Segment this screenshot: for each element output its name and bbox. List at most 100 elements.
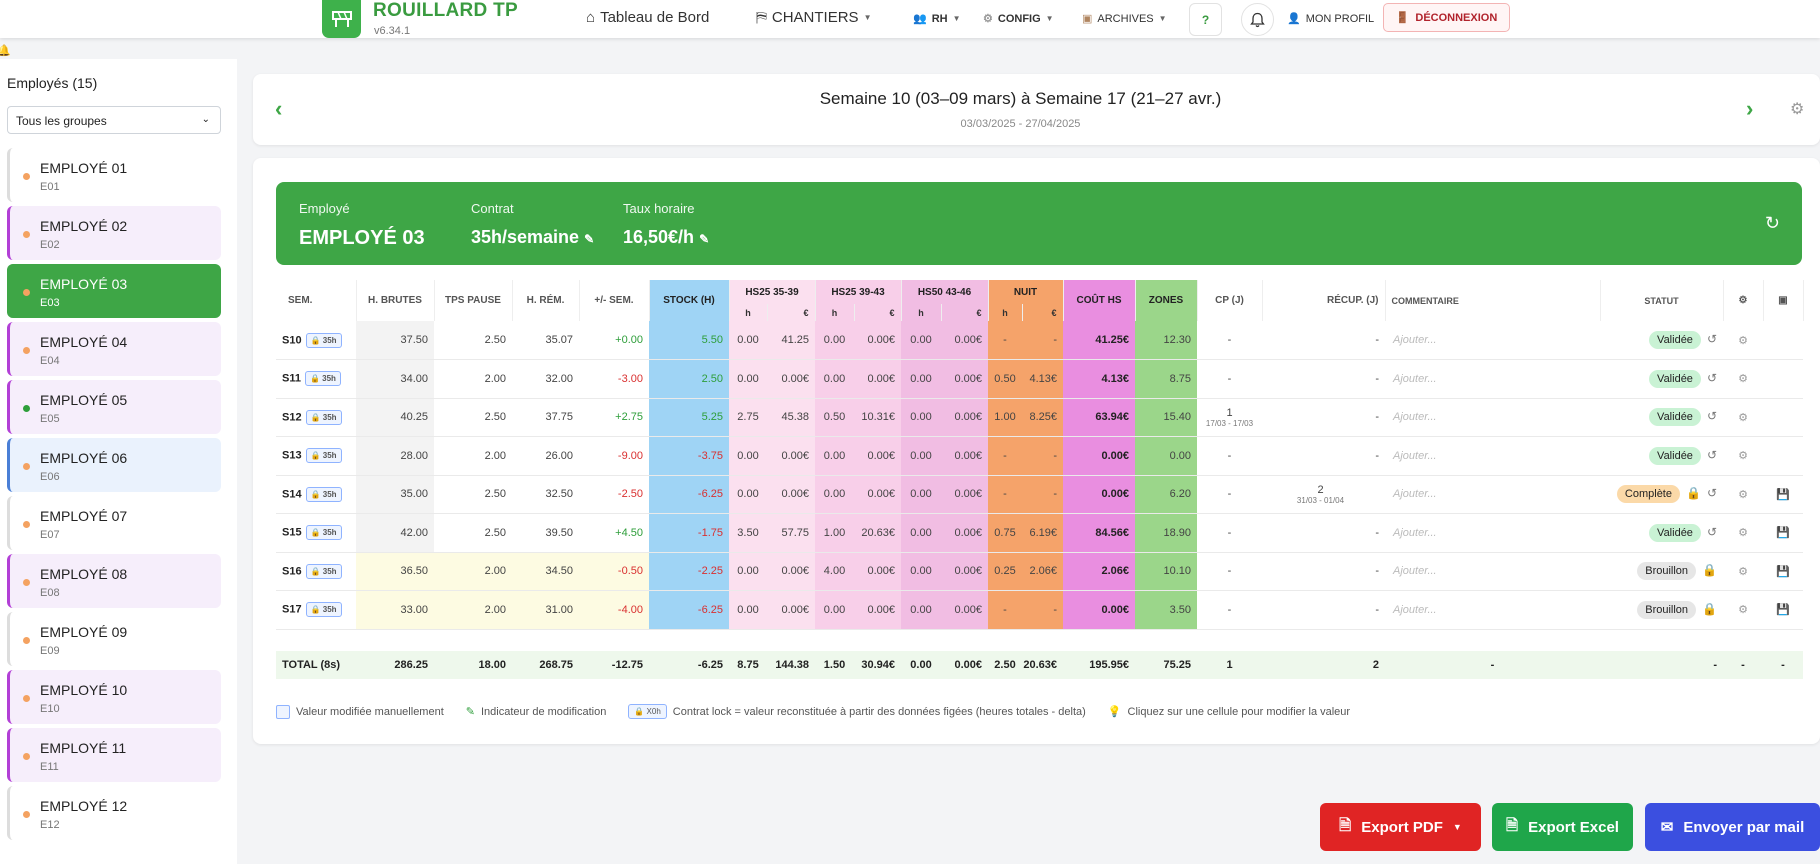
cout-hs-cell[interactable]: 84.56€: [1063, 513, 1135, 553]
refresh-icon[interactable]: ↻: [1765, 213, 1780, 234]
rem-cell[interactable]: 35.07: [512, 321, 579, 360]
zones-cell[interactable]: 18.90: [1135, 513, 1197, 553]
comment-input[interactable]: Ajouter...: [1385, 436, 1600, 476]
contract-lock-badge[interactable]: 🔒 35h: [305, 563, 342, 579]
hs50-hours-cell[interactable]: 0.00: [901, 321, 941, 360]
recup-cell[interactable]: -: [1262, 436, 1385, 476]
stock-cell[interactable]: -2.25: [649, 552, 729, 591]
nuit-hours-cell[interactable]: 0.50: [988, 359, 1022, 399]
hs25b-hours-cell[interactable]: 1.00: [815, 513, 854, 553]
contract-lock-badge[interactable]: 🔒 35h: [305, 332, 342, 348]
zones-cell[interactable]: 12.30: [1135, 321, 1197, 360]
hs50-hours-cell[interactable]: 0.00: [901, 398, 941, 437]
brutes-cell[interactable]: 36.50: [356, 552, 434, 591]
delta-cell[interactable]: -4.00: [579, 590, 649, 630]
nuit-euro-cell[interactable]: 6.19€: [1022, 513, 1063, 553]
nuit-euro-cell[interactable]: -: [1022, 321, 1063, 360]
pause-cell[interactable]: 2.00: [434, 552, 512, 591]
app-logo[interactable]: [322, 0, 361, 38]
recup-cell[interactable]: -: [1262, 398, 1385, 437]
nuit-euro-cell[interactable]: 2.06€: [1022, 552, 1063, 591]
status-badge[interactable]: Validée: [1649, 369, 1701, 388]
recup-cell[interactable]: -: [1262, 321, 1385, 360]
undo-icon[interactable]: ↺: [1707, 409, 1717, 423]
rem-cell[interactable]: 32.50: [512, 475, 579, 514]
stock-cell[interactable]: 5.25: [649, 398, 729, 437]
pause-cell[interactable]: 2.50: [434, 398, 512, 437]
cp-cell[interactable]: -: [1197, 436, 1262, 476]
help-button[interactable]: ?: [1189, 3, 1222, 36]
recup-cell[interactable]: -: [1262, 552, 1385, 591]
comment-input[interactable]: Ajouter...: [1385, 552, 1600, 591]
zones-cell[interactable]: 6.20: [1135, 475, 1197, 514]
stock-cell[interactable]: -6.25: [649, 590, 729, 630]
employee-item[interactable]: EMPLOYÉ 04 E04: [7, 322, 221, 376]
zones-cell[interactable]: 8.75: [1135, 359, 1197, 399]
nav-rh[interactable]: 👥 RH ▼: [913, 12, 961, 26]
hs25b-euro-cell[interactable]: 0.00€: [854, 436, 901, 476]
hs25a-euro-cell[interactable]: 41.25: [767, 321, 815, 360]
hs25a-hours-cell[interactable]: 2.75: [729, 398, 767, 437]
status-badge[interactable]: Brouillon: [1637, 600, 1697, 619]
gear-icon[interactable]: ⚙: [1738, 450, 1748, 462]
brutes-cell[interactable]: 42.00: [356, 513, 434, 553]
nav-config[interactable]: ⚙ CONFIG ▼: [983, 12, 1054, 26]
rem-cell[interactable]: 37.75: [512, 398, 579, 437]
hs25b-hours-cell[interactable]: 0.00: [815, 475, 854, 514]
hs25b-euro-cell[interactable]: 0.00€: [854, 590, 901, 630]
hs25a-euro-cell[interactable]: 0.00€: [767, 475, 815, 514]
contract-lock-badge[interactable]: 🔒 35h: [305, 525, 342, 541]
pause-cell[interactable]: 2.00: [434, 590, 512, 630]
gear-icon[interactable]: ⚙: [1738, 412, 1748, 424]
nuit-euro-cell[interactable]: 8.25€: [1022, 398, 1063, 437]
employee-item[interactable]: EMPLOYÉ 01 E01: [7, 148, 221, 202]
cout-hs-cell[interactable]: 4.13€: [1063, 359, 1135, 399]
undo-icon[interactable]: ↺: [1707, 448, 1717, 462]
gear-icon[interactable]: ⚙: [1738, 527, 1748, 539]
rem-cell[interactable]: 39.50: [512, 513, 579, 553]
rem-cell[interactable]: 32.00: [512, 359, 579, 399]
hs50-hours-cell[interactable]: 0.00: [901, 590, 941, 630]
pencil-icon[interactable]: ✎: [584, 232, 594, 246]
nav-dashboard[interactable]: ⌂ Tableau de Bord: [586, 9, 709, 26]
hs50-euro-cell[interactable]: 0.00€: [941, 513, 988, 553]
cp-cell[interactable]: -: [1197, 475, 1262, 514]
undo-icon[interactable]: ↺: [1707, 486, 1717, 500]
save-icon[interactable]: 💾: [1776, 527, 1790, 539]
cout-hs-cell[interactable]: 0.00€: [1063, 590, 1135, 630]
nuit-hours-cell[interactable]: -: [988, 321, 1022, 360]
hs25b-hours-cell[interactable]: 0.50: [815, 398, 854, 437]
hs50-euro-cell[interactable]: 0.00€: [941, 475, 988, 514]
hs50-hours-cell[interactable]: 0.00: [901, 513, 941, 553]
hs50-hours-cell[interactable]: 0.00: [901, 552, 941, 591]
stock-cell[interactable]: 2.50: [649, 359, 729, 399]
recup-cell[interactable]: -: [1262, 513, 1385, 553]
undo-icon[interactable]: ↺: [1707, 371, 1717, 385]
hs25a-hours-cell[interactable]: 0.00: [729, 590, 767, 630]
nav-profile[interactable]: 👤 MON PROFIL: [1287, 12, 1374, 26]
nuit-hours-cell[interactable]: -: [988, 475, 1022, 514]
lock-icon[interactable]: 🔒: [1702, 602, 1717, 616]
hs25b-hours-cell[interactable]: 0.00: [815, 590, 854, 630]
cout-hs-cell[interactable]: 41.25€: [1063, 321, 1135, 360]
nuit-hours-cell[interactable]: -: [988, 590, 1022, 630]
pause-cell[interactable]: 2.00: [434, 436, 512, 476]
brutes-cell[interactable]: 33.00: [356, 590, 434, 630]
export-pdf-button[interactable]: 🗎 Export PDF ▼: [1320, 803, 1481, 851]
hs25b-hours-cell[interactable]: 0.00: [815, 436, 854, 476]
status-badge[interactable]: Validée: [1649, 331, 1701, 349]
zones-cell[interactable]: 0.00: [1135, 436, 1197, 476]
comment-input[interactable]: Ajouter...: [1385, 475, 1600, 514]
notifications-button[interactable]: [1241, 3, 1274, 36]
employee-item[interactable]: EMPLOYÉ 11 E11: [7, 728, 221, 782]
zones-cell[interactable]: 15.40: [1135, 398, 1197, 437]
hs50-euro-cell[interactable]: 0.00€: [941, 436, 988, 476]
delta-cell[interactable]: -2.50: [579, 475, 649, 514]
chevron-down-icon[interactable]: ▼: [1453, 822, 1462, 832]
nuit-hours-cell[interactable]: 0.75: [988, 513, 1022, 553]
nuit-hours-cell[interactable]: -: [988, 436, 1022, 476]
hs25b-euro-cell[interactable]: 0.00€: [854, 321, 901, 360]
lock-icon[interactable]: 🔒: [1686, 486, 1701, 500]
hs50-euro-cell[interactable]: 0.00€: [941, 321, 988, 360]
hs25b-hours-cell[interactable]: 0.00: [815, 321, 854, 360]
